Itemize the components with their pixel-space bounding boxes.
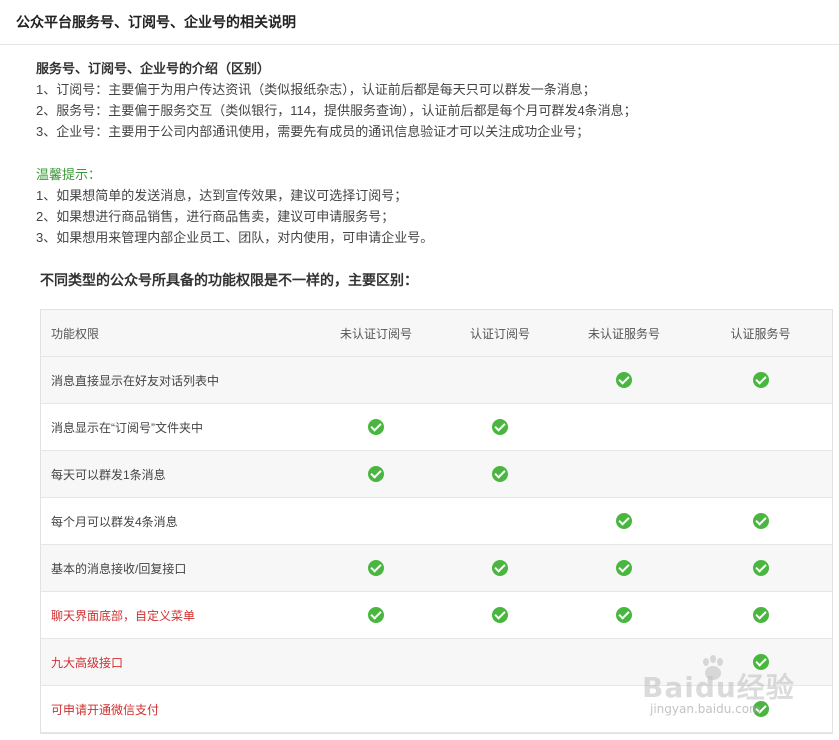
check-cell [689,450,832,498]
check-cell [559,450,689,498]
check-cell [311,356,441,404]
check-cell [689,591,832,639]
check-icon [616,513,632,529]
check-icon [492,419,508,435]
check-cell [441,638,559,686]
check-cell [311,497,441,545]
check-icon [752,513,769,529]
check-icon [492,466,508,482]
check-cell [441,403,559,451]
check-icon [752,372,769,388]
check-cell [311,403,441,451]
intro-heading: 服务号、订阅号、企业号的介绍（区别） [36,61,271,76]
check-icon [752,701,769,717]
comparison-table: 功能权限 未认证订阅号 认证订阅号 未认证服务号 认证服务号 消息直接显示在好友… [41,310,832,733]
check-icon [752,560,769,576]
check-cell [689,685,832,733]
feature-cell: 每个月可以群发4条消息 [41,497,311,545]
check-icon [492,607,508,623]
check-cell [559,685,689,733]
check-icon [368,466,384,482]
header-verified-subscription: 认证订阅号 [441,310,559,357]
check-icon [368,419,384,435]
check-cell [311,450,441,498]
table-row: 每个月可以群发4条消息 [41,497,832,545]
table-row: 可申请开通微信支付 [41,685,832,733]
header-verified-service: 认证服务号 [689,310,832,357]
tip-line: 3、如果想用来管理内部企业员工、团队，对内使用，可申请企业号。 [36,230,434,245]
table-row: 消息直接显示在好友对话列表中 [41,356,832,404]
table-body: 消息直接显示在好友对话列表中 消息显示在“订阅号”文件夹中 每天可以群发1条消息 每个… [41,356,832,733]
check-cell [689,356,832,404]
table-row: 每天可以群发1条消息 [41,450,832,498]
table-row: 基本的消息接收/回复接口 [41,544,832,592]
intro-line: 1、订阅号：主要偏于为用户传达资讯（类似报纸杂志），认证前后都是每天只可以群发一… [36,82,596,97]
check-icon [616,372,632,388]
table-header-row: 功能权限 未认证订阅号 认证订阅号 未认证服务号 认证服务号 [41,310,832,357]
feature-cell: 消息显示在“订阅号”文件夹中 [41,403,311,451]
check-icon [368,560,384,576]
page-title: 公众平台服务号、订阅号、企业号的相关说明 [16,14,296,30]
header-feature: 功能权限 [41,310,311,357]
title-divider [0,44,839,45]
comparison-subtitle: 不同类型的公众号所具备的功能权限是不一样的，主要区别： [40,272,418,288]
check-cell [441,685,559,733]
check-cell [559,591,689,639]
intro-section: 服务号、订阅号、企业号的介绍（区别） 1、订阅号：主要偏于为用户传达资讯（类似报… [36,58,826,142]
tip-line: 1、如果想简单的发送消息，达到宣传效果，建议可选择订阅号； [36,188,408,203]
intro-line: 2、服务号：主要偏于服务交互（类似银行，114，提供服务查询），认证前后都是每个… [36,103,637,118]
check-cell [311,638,441,686]
feature-cell: 聊天界面底部，自定义菜单 [41,591,311,639]
check-cell [441,356,559,404]
comparison-table-container: 功能权限 未认证订阅号 认证订阅号 未认证服务号 认证服务号 消息直接显示在好友… [40,309,833,734]
check-cell [559,497,689,545]
feature-cell: 消息直接显示在好友对话列表中 [41,356,311,404]
check-cell [559,403,689,451]
check-cell [441,497,559,545]
check-icon [616,560,632,576]
table-row: 消息显示在“订阅号”文件夹中 [41,403,832,451]
header-unverified-subscription: 未认证订阅号 [311,310,441,357]
check-cell [559,544,689,592]
check-cell [689,403,832,451]
check-cell [311,591,441,639]
check-cell [441,544,559,592]
feature-cell: 每天可以群发1条消息 [41,450,311,498]
check-icon [752,607,769,623]
check-cell [311,685,441,733]
check-cell [441,591,559,639]
header-unverified-service: 未认证服务号 [559,310,689,357]
check-cell [559,638,689,686]
check-icon [752,654,769,670]
feature-cell: 可申请开通微信支付 [41,685,311,733]
check-icon [492,560,508,576]
check-cell [559,356,689,404]
check-cell [689,544,832,592]
intro-line: 3、企业号：主要用于公司内部通讯使用，需要先有成员的通讯信息验证才可以关注成功企… [36,124,590,139]
feature-cell: 基本的消息接收/回复接口 [41,544,311,592]
check-icon [616,607,632,623]
tips-title: 温馨提示： [36,167,102,182]
feature-cell: 九大高级接口 [41,638,311,686]
check-cell [689,497,832,545]
check-cell [441,450,559,498]
table-row: 九大高级接口 [41,638,832,686]
check-icon [368,607,384,623]
tips-section: 温馨提示： 1、如果想简单的发送消息，达到宣传效果，建议可选择订阅号； 2、如果… [36,164,826,248]
check-cell [689,638,832,686]
check-cell [311,544,441,592]
tip-line: 2、如果想进行商品销售，进行商品售卖，建议可申请服务号； [36,209,395,224]
table-row: 聊天界面底部，自定义菜单 [41,591,832,639]
